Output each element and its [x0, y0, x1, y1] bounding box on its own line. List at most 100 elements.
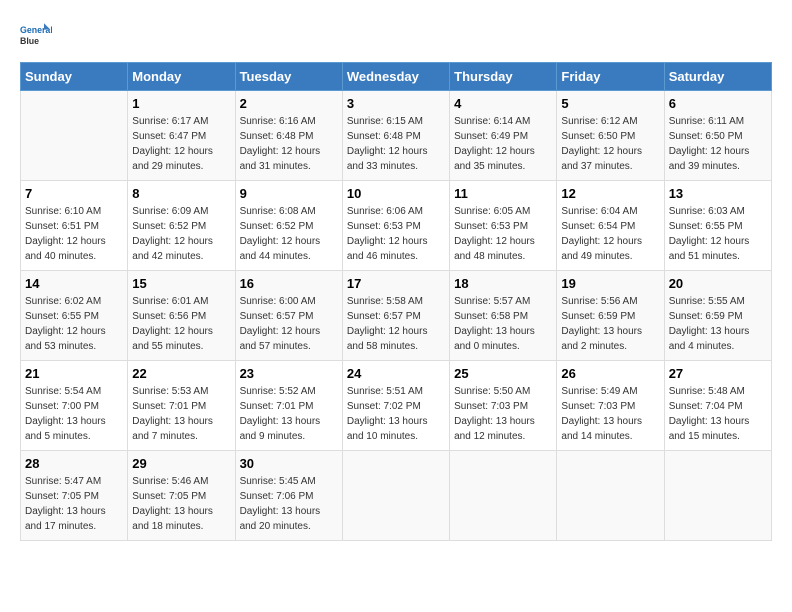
day-info: Sunrise: 5:45 AMSunset: 7:06 PMDaylight:… — [240, 474, 338, 534]
calendar-cell: 21 Sunrise: 5:54 AMSunset: 7:00 PMDayligh… — [21, 361, 128, 451]
day-number: 23 — [240, 366, 338, 381]
svg-text:General: General — [20, 25, 52, 35]
day-info: Sunrise: 5:46 AMSunset: 7:05 PMDaylight:… — [132, 474, 230, 534]
day-info: Sunrise: 6:17 AMSunset: 6:47 PMDaylight:… — [132, 114, 230, 174]
calendar-cell: 25 Sunrise: 5:50 AMSunset: 7:03 PMDayligh… — [450, 361, 557, 451]
calendar-cell: 17 Sunrise: 5:58 AMSunset: 6:57 PMDayligh… — [342, 271, 449, 361]
calendar-cell: 5Sunrise: 6:12 AMSunset: 6:50 PMDaylight… — [557, 91, 664, 181]
calendar-cell: 22 Sunrise: 5:53 AMSunset: 7:01 PMDayligh… — [128, 361, 235, 451]
column-header-sunday: Sunday — [21, 63, 128, 91]
column-header-saturday: Saturday — [664, 63, 771, 91]
day-info: Sunrise: 6:14 AMSunset: 6:49 PMDaylight:… — [454, 114, 552, 174]
calendar-cell: 15 Sunrise: 6:01 AMSunset: 6:56 PMDayligh… — [128, 271, 235, 361]
day-number: 25 — [454, 366, 552, 381]
calendar-cell: 4 Sunrise: 6:14 AMSunset: 6:49 PMDaylight… — [450, 91, 557, 181]
day-info: Sunrise: 5:50 AMSunset: 7:03 PMDaylight:… — [454, 384, 552, 444]
calendar-cell — [21, 91, 128, 181]
day-number: 1 — [132, 96, 230, 111]
calendar-cell: 13 Sunrise: 6:03 AMSunset: 6:55 PMDayligh… — [664, 181, 771, 271]
calendar-cell: 7 Sunrise: 6:10 AMSunset: 6:51 PMDaylight… — [21, 181, 128, 271]
calendar-header-row: SundayMondayTuesdayWednesdayThursdayFrid… — [21, 63, 772, 91]
day-number: 12 — [561, 186, 659, 201]
day-number: 4 — [454, 96, 552, 111]
day-number: 15 — [132, 276, 230, 291]
day-info: Sunrise: 5:47 AMSunset: 7:05 PMDaylight:… — [25, 474, 123, 534]
day-info: Sunrise: 5:54 AMSunset: 7:00 PMDaylight:… — [25, 384, 123, 444]
column-header-tuesday: Tuesday — [235, 63, 342, 91]
calendar-cell: 9 Sunrise: 6:08 AMSunset: 6:52 PMDaylight… — [235, 181, 342, 271]
calendar-cell: 2 Sunrise: 6:16 AMSunset: 6:48 PMDaylight… — [235, 91, 342, 181]
day-number: 26 — [561, 366, 659, 381]
calendar-cell — [450, 451, 557, 541]
calendar-cell: 14 Sunrise: 6:02 AMSunset: 6:55 PMDayligh… — [21, 271, 128, 361]
calendar-cell: 6Sunrise: 6:11 AMSunset: 6:50 PMDaylight… — [664, 91, 771, 181]
day-number: 22 — [132, 366, 230, 381]
day-number: 14 — [25, 276, 123, 291]
calendar-cell — [342, 451, 449, 541]
day-info: Sunrise: 5:57 AMSunset: 6:58 PMDaylight:… — [454, 294, 552, 354]
column-header-thursday: Thursday — [450, 63, 557, 91]
calendar-cell: 20 Sunrise: 5:55 AMSunset: 6:59 PMDayligh… — [664, 271, 771, 361]
logo: General Blue — [20, 20, 52, 52]
day-info: Sunrise: 6:08 AMSunset: 6:52 PMDaylight:… — [240, 204, 338, 264]
day-info: Sunrise: 6:04 AMSunset: 6:54 PMDaylight:… — [561, 204, 659, 264]
calendar-cell: 3 Sunrise: 6:15 AMSunset: 6:48 PMDaylight… — [342, 91, 449, 181]
day-number: 18 — [454, 276, 552, 291]
day-info: Sunrise: 5:56 AMSunset: 6:59 PMDaylight:… — [561, 294, 659, 354]
day-info: Sunrise: 5:58 AMSunset: 6:57 PMDaylight:… — [347, 294, 445, 354]
calendar-cell — [557, 451, 664, 541]
day-number: 2 — [240, 96, 338, 111]
day-info: Sunrise: 6:05 AMSunset: 6:53 PMDaylight:… — [454, 204, 552, 264]
day-info: Sunrise: 6:12 AMSunset: 6:50 PMDaylight:… — [561, 114, 659, 174]
day-number: 11 — [454, 186, 552, 201]
day-number: 10 — [347, 186, 445, 201]
week-row-5: 28 Sunrise: 5:47 AMSunset: 7:05 PMDayligh… — [21, 451, 772, 541]
day-info: Sunrise: 5:51 AMSunset: 7:02 PMDaylight:… — [347, 384, 445, 444]
calendar-cell: 24 Sunrise: 5:51 AMSunset: 7:02 PMDayligh… — [342, 361, 449, 451]
logo-icon: General Blue — [20, 20, 52, 52]
calendar-cell: 10 Sunrise: 6:06 AMSunset: 6:53 PMDayligh… — [342, 181, 449, 271]
day-number: 17 — [347, 276, 445, 291]
day-info: Sunrise: 6:06 AMSunset: 6:53 PMDaylight:… — [347, 204, 445, 264]
calendar-cell: 8Sunrise: 6:09 AMSunset: 6:52 PMDaylight… — [128, 181, 235, 271]
day-number: 21 — [25, 366, 123, 381]
calendar-cell: 30Sunrise: 5:45 AMSunset: 7:06 PMDayligh… — [235, 451, 342, 541]
day-number: 3 — [347, 96, 445, 111]
day-number: 20 — [669, 276, 767, 291]
day-info: Sunrise: 6:16 AMSunset: 6:48 PMDaylight:… — [240, 114, 338, 174]
column-header-friday: Friday — [557, 63, 664, 91]
calendar-cell: 11 Sunrise: 6:05 AMSunset: 6:53 PMDayligh… — [450, 181, 557, 271]
day-number: 8 — [132, 186, 230, 201]
column-header-monday: Monday — [128, 63, 235, 91]
day-info: Sunrise: 6:02 AMSunset: 6:55 PMDaylight:… — [25, 294, 123, 354]
calendar-cell: 16Sunrise: 6:00 AMSunset: 6:57 PMDayligh… — [235, 271, 342, 361]
day-number: 19 — [561, 276, 659, 291]
day-number: 16 — [240, 276, 338, 291]
day-number: 9 — [240, 186, 338, 201]
week-row-1: 1 Sunrise: 6:17 AMSunset: 6:47 PMDaylight… — [21, 91, 772, 181]
day-info: Sunrise: 6:15 AMSunset: 6:48 PMDaylight:… — [347, 114, 445, 174]
calendar-cell: 23 Sunrise: 5:52 AMSunset: 7:01 PMDayligh… — [235, 361, 342, 451]
calendar-cell: 29 Sunrise: 5:46 AMSunset: 7:05 PMDayligh… — [128, 451, 235, 541]
page-header: General Blue — [20, 20, 772, 52]
day-info: Sunrise: 5:49 AMSunset: 7:03 PMDaylight:… — [561, 384, 659, 444]
calendar-cell: 18 Sunrise: 5:57 AMSunset: 6:58 PMDayligh… — [450, 271, 557, 361]
day-info: Sunrise: 5:52 AMSunset: 7:01 PMDaylight:… — [240, 384, 338, 444]
day-info: Sunrise: 6:10 AMSunset: 6:51 PMDaylight:… — [25, 204, 123, 264]
day-info: Sunrise: 5:55 AMSunset: 6:59 PMDaylight:… — [669, 294, 767, 354]
day-number: 29 — [132, 456, 230, 471]
calendar-cell: 12 Sunrise: 6:04 AMSunset: 6:54 PMDayligh… — [557, 181, 664, 271]
column-header-wednesday: Wednesday — [342, 63, 449, 91]
day-number: 13 — [669, 186, 767, 201]
day-info: Sunrise: 6:03 AMSunset: 6:55 PMDaylight:… — [669, 204, 767, 264]
day-number: 7 — [25, 186, 123, 201]
day-info: Sunrise: 5:53 AMSunset: 7:01 PMDaylight:… — [132, 384, 230, 444]
calendar-cell: 1 Sunrise: 6:17 AMSunset: 6:47 PMDaylight… — [128, 91, 235, 181]
calendar-cell: 26 Sunrise: 5:49 AMSunset: 7:03 PMDayligh… — [557, 361, 664, 451]
week-row-4: 21 Sunrise: 5:54 AMSunset: 7:00 PMDayligh… — [21, 361, 772, 451]
day-number: 28 — [25, 456, 123, 471]
day-info: Sunrise: 6:01 AMSunset: 6:56 PMDaylight:… — [132, 294, 230, 354]
day-number: 24 — [347, 366, 445, 381]
day-number: 6 — [669, 96, 767, 111]
day-info: Sunrise: 5:48 AMSunset: 7:04 PMDaylight:… — [669, 384, 767, 444]
